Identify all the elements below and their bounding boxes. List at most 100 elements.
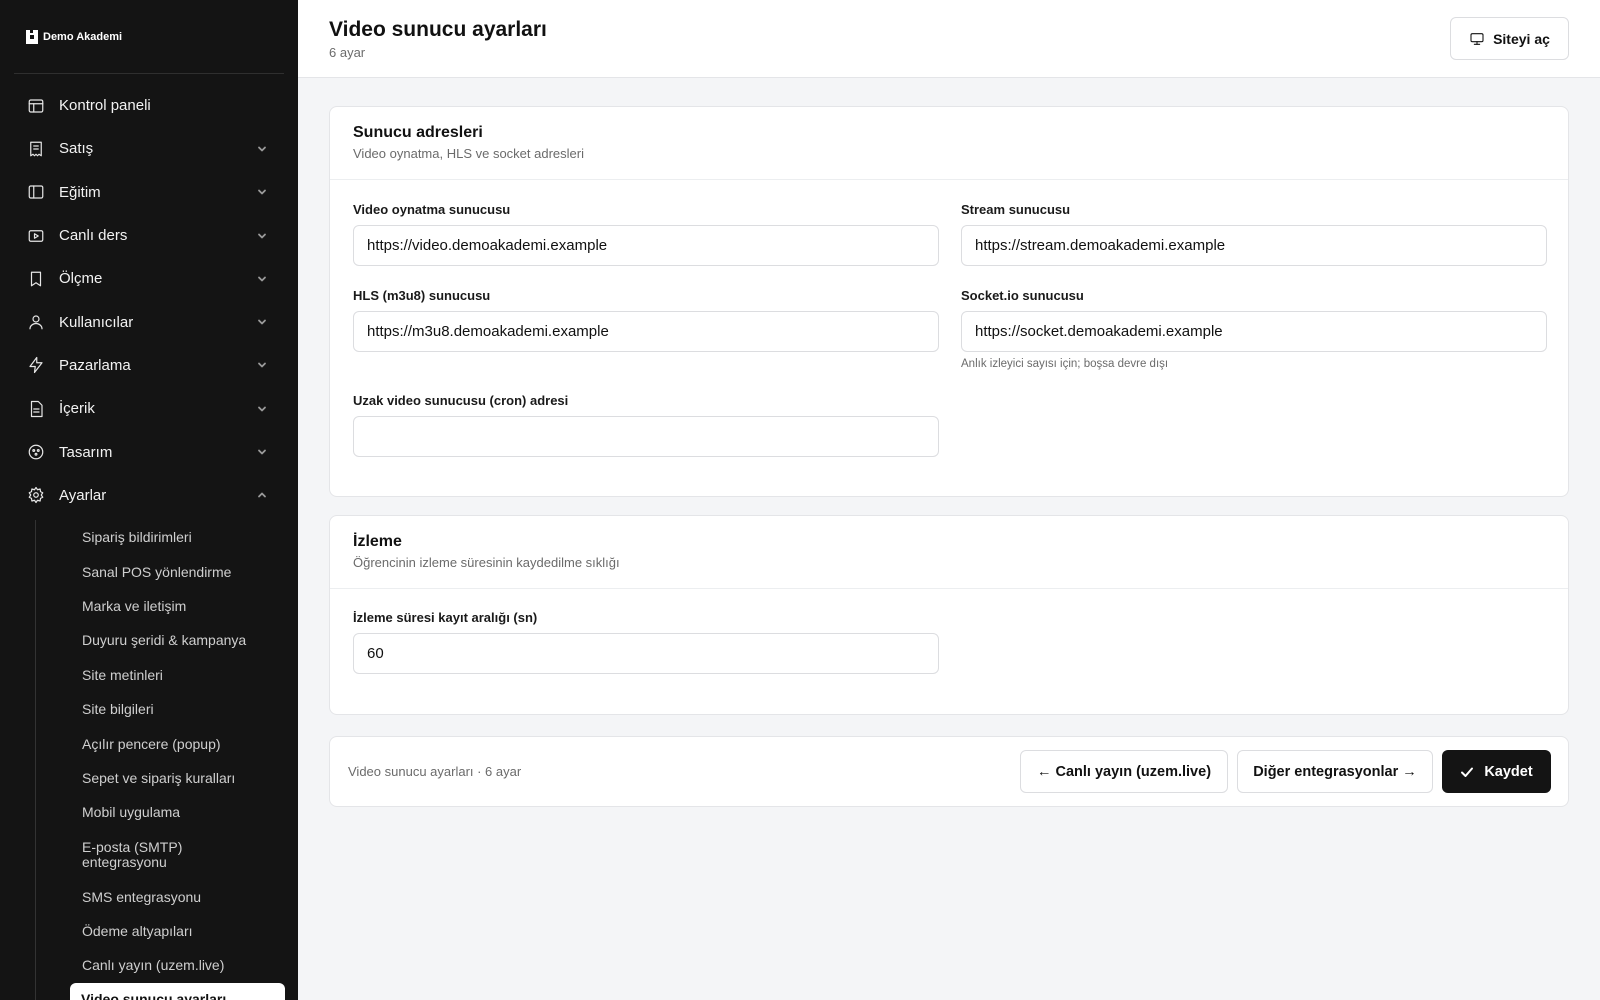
chevron-down-icon — [256, 230, 268, 242]
palette-icon — [27, 443, 45, 461]
open-site-button[interactable]: Siteyi aç — [1450, 17, 1569, 60]
watch-interval-label: İzleme süresi kayıt aralığı (sn) — [353, 610, 538, 625]
socket-server-label: Socket.io sunucusu — [961, 288, 1084, 303]
chevron-down-icon — [256, 446, 268, 458]
sidebar-item-label: Canlı ders — [59, 227, 128, 245]
save-button[interactable]: Kaydet — [1442, 750, 1551, 793]
receipt-icon — [27, 140, 45, 158]
sidebar-item-label: İçerik — [59, 400, 95, 418]
hls-server-label: HLS (m3u8) sunucusu — [353, 288, 491, 303]
subnav-item-odeme[interactable]: Ödeme altyapıları — [36, 914, 285, 948]
subnav-item-smtp[interactable]: E-posta (SMTP) entegrasyonu — [36, 830, 285, 880]
watch-card-title: İzleme — [353, 533, 402, 550]
subnav-item-popup[interactable]: Açılır pencere (popup) — [36, 726, 285, 760]
page-title: Video sunucu ayarları — [329, 18, 547, 41]
sidebar-item-label: Tasarım — [59, 443, 113, 461]
action-bar: Video sunucu ayarları · 6 ayar ← Canlı y… — [329, 736, 1569, 807]
socket-server-help: Anlık izleyici sayısı için; boşsa devre … — [961, 358, 1169, 370]
subnav-item-siparis-bildirimleri[interactable]: Sipariş bildirimleri — [36, 520, 285, 554]
subnav-item-sanal-pos[interactable]: Sanal POS yönlendirme — [36, 554, 285, 588]
sidebar-item-satis[interactable]: Satış — [0, 127, 298, 170]
hls-server-field: HLS (m3u8) sunucusu — [353, 288, 939, 352]
subnav-item-mobil[interactable]: Mobil uygulama — [36, 795, 285, 829]
sidebar-item-label: Eğitim — [59, 183, 101, 201]
sidebar-item-label: Kullanıcılar — [59, 313, 134, 331]
brand[interactable]: Demo Akademi — [26, 30, 122, 44]
brand-logo-icon — [26, 30, 38, 44]
page-subtitle: 6 ayar — [329, 45, 366, 60]
subnav-item-marka[interactable]: Marka ve iletişim — [36, 589, 285, 623]
gear-icon — [27, 486, 45, 504]
sidebar-item-kontrol-paneli[interactable]: Kontrol paneli — [0, 84, 298, 127]
subnav-item-site-metinleri[interactable]: Site metinleri — [36, 658, 285, 692]
socket-server-field: Socket.io sunucusu Anlık izleyici sayısı… — [961, 288, 1547, 370]
subnav-item-sepet[interactable]: Sepet ve sipariş kuralları — [36, 761, 285, 795]
stream-server-label: Stream sunucusu — [961, 202, 1071, 217]
chevron-down-icon — [256, 316, 268, 328]
sidebar-item-egitim[interactable]: Eğitim — [0, 171, 298, 214]
sidebar-divider — [14, 73, 284, 74]
video-icon — [27, 227, 45, 245]
video-server-label: Video oynatma sunucusu — [353, 202, 511, 217]
hls-server-input[interactable] — [353, 311, 939, 352]
servers-card-header: Sunucu adresleri Video oynatma, HLS ve s… — [330, 107, 1568, 180]
chevron-up-icon — [256, 489, 268, 501]
cron-server-field: Uzak video sunucusu (cron) adresi — [353, 393, 939, 457]
open-site-label: Siteyi aç — [1493, 30, 1550, 47]
subnav-item-sms[interactable]: SMS entegrasyonu — [36, 880, 285, 914]
bolt-icon — [27, 356, 45, 374]
monitor-icon — [1469, 31, 1485, 47]
main-content: Video sunucu ayarları 6 ayar Siteyi aç S… — [298, 0, 1600, 1000]
user-icon — [27, 313, 45, 331]
servers-card: Sunucu adresleri Video oynatma, HLS ve s… — [329, 106, 1569, 497]
sidebar-item-label: Ayarlar — [59, 486, 107, 504]
stream-server-field: Stream sunucusu — [961, 202, 1547, 266]
settings-subnav: Sipariş bildirimleri Sanal POS yönlendir… — [35, 520, 285, 1000]
servers-card-title: Sunucu adresleri — [353, 124, 483, 141]
sidebar-item-kullanicilar[interactable]: Kullanıcılar — [0, 300, 298, 343]
layout-icon — [27, 97, 45, 115]
subnav-item-video-sunucu-active[interactable]: Video sunucu ayarları — [70, 982, 285, 1000]
watch-interval-input[interactable] — [353, 633, 939, 674]
next-page-button[interactable]: Diğer entegrasyonlar → — [1237, 750, 1433, 793]
watch-card-header: İzleme Öğrencinin izleme süresinin kayde… — [330, 516, 1568, 589]
subnav-item-site-bilgileri[interactable]: Site bilgileri — [36, 692, 285, 726]
watch-card: İzleme Öğrencinin izleme süresinin kayde… — [329, 515, 1569, 715]
sidebar-item-label: Pazarlama — [59, 356, 131, 374]
sidebar-item-tasarim[interactable]: Tasarım — [0, 430, 298, 473]
stream-server-input[interactable] — [961, 225, 1547, 266]
chevron-down-icon — [256, 359, 268, 371]
socket-server-input[interactable] — [961, 311, 1547, 352]
servers-card-description: Video oynatma, HLS ve socket adresleri — [353, 146, 584, 161]
subnav-item-duyuru[interactable]: Duyuru şeridi & kampanya — [36, 623, 285, 657]
action-bar-summary: Video sunucu ayarları · 6 ayar — [348, 764, 522, 779]
chevron-down-icon — [256, 403, 268, 415]
sidebar-item-ayarlar[interactable]: Ayarlar — [0, 474, 298, 517]
sidebar-item-label: Kontrol paneli — [59, 97, 151, 115]
save-button-label: Kaydet — [1484, 763, 1533, 780]
cron-server-label: Uzak video sunucusu (cron) adresi — [353, 393, 569, 408]
sidebar-item-icerik[interactable]: İçerik — [0, 387, 298, 430]
video-server-field: Video oynatma sunucusu — [353, 202, 939, 266]
cron-server-input[interactable] — [353, 416, 939, 457]
sidebar-item-pazarlama[interactable]: Pazarlama — [0, 344, 298, 387]
brand-name: Demo Akademi — [43, 31, 123, 43]
check-icon — [1460, 765, 1474, 779]
prev-page-button[interactable]: ← Canlı yayın (uzem.live) — [1020, 750, 1228, 793]
sidebar-item-canli-ders[interactable]: Canlı ders — [0, 214, 298, 257]
sidebar-item-olcme[interactable]: Ölçme — [0, 257, 298, 300]
sidebar-item-label: Ölçme — [59, 270, 103, 288]
sidebar-item-label: Satış — [59, 140, 94, 158]
watch-interval-field: İzleme süresi kayıt aralığı (sn) — [353, 610, 939, 674]
page-header: Video sunucu ayarları 6 ayar Siteyi aç — [298, 0, 1600, 78]
panel-icon — [27, 183, 45, 201]
subnav-item-canli-yayin[interactable]: Canlı yayın (uzem.live) — [36, 948, 285, 982]
chevron-down-icon — [256, 273, 268, 285]
sidebar-nav: Kontrol paneli Satış Eğitim Canlı ders Ö… — [0, 84, 298, 517]
video-server-input[interactable] — [353, 225, 939, 266]
watch-card-description: Öğrencinin izleme süresinin kaydedilme s… — [353, 555, 620, 570]
sidebar: Demo Akademi Kontrol paneli Satış Eğitim… — [0, 0, 298, 1000]
chevron-down-icon — [256, 143, 268, 155]
chevron-down-icon — [256, 186, 268, 198]
bookmark-icon — [27, 270, 45, 288]
